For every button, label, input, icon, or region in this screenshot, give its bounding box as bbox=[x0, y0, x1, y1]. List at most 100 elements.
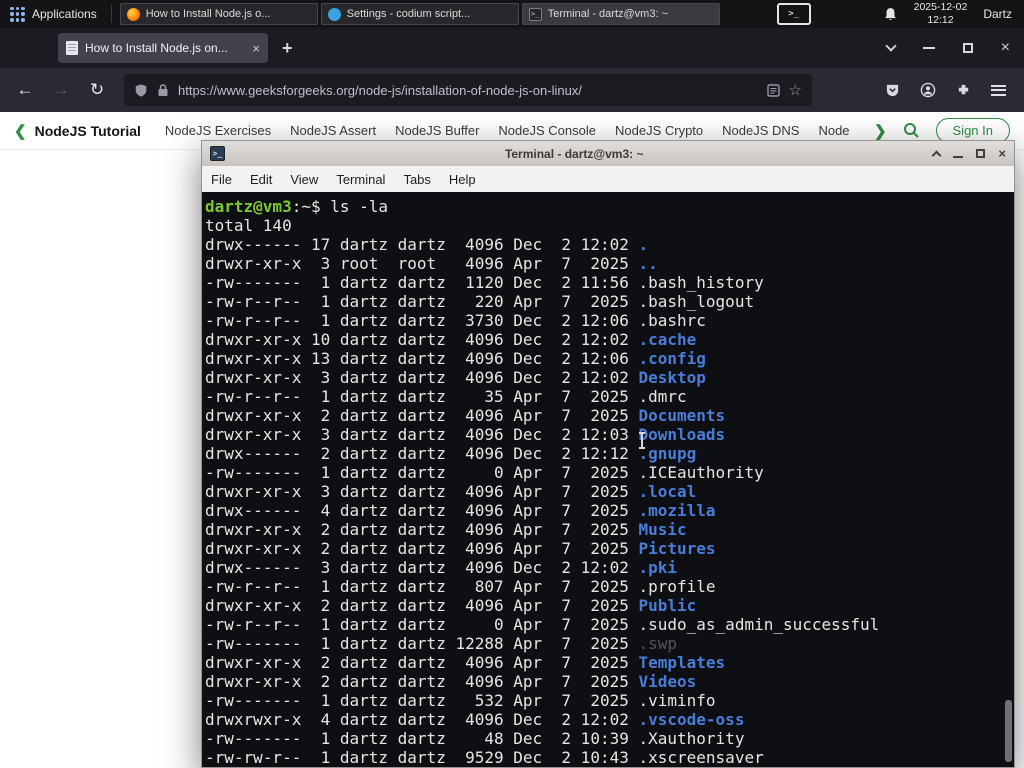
nodejs-tutorial-title[interactable]: NodeJS Tutorial bbox=[35, 123, 141, 139]
tabbar-right-controls: × bbox=[884, 40, 1024, 56]
panel-separator bbox=[110, 5, 112, 23]
file-name: Pictures bbox=[638, 539, 716, 558]
file-name: .profile bbox=[638, 577, 716, 596]
file-name: . bbox=[638, 235, 649, 254]
terminal-line: -rw------- 1 dartz dartz 48 Dec 2 10:39 … bbox=[205, 729, 745, 748]
terminal-line: -rw-r--r-- 1 dartz dartz 807 Apr 7 2025 … bbox=[205, 577, 716, 596]
nav-link-buffer[interactable]: NodeJS Buffer bbox=[395, 123, 479, 138]
terminal-line: drwxrwxr-x 4 dartz dartz 4096 Dec 2 12:0… bbox=[205, 710, 745, 729]
menu-terminal[interactable]: Terminal bbox=[327, 172, 394, 187]
bookmark-star-icon[interactable]: ☆ bbox=[789, 81, 802, 99]
taskbar-button-terminal[interactable]: >_ Terminal - dartz@vm3: ~ bbox=[521, 3, 720, 25]
search-icon[interactable] bbox=[903, 122, 920, 139]
terminal-minimize-button[interactable] bbox=[953, 155, 964, 158]
terminal-line: drwxr-xr-x 2 dartz dartz 4096 Apr 7 2025… bbox=[205, 653, 726, 672]
lock-icon[interactable] bbox=[157, 83, 169, 97]
terminal-line: -rw------- 1 dartz dartz 12288 Apr 7 202… bbox=[205, 634, 678, 653]
terminal-line: drwxr-xr-x 2 dartz dartz 4096 Apr 7 2025… bbox=[205, 406, 726, 425]
notification-bell-icon[interactable] bbox=[883, 7, 898, 22]
top-panel: Applications How to Install Node.js o...… bbox=[0, 0, 1024, 28]
user-menu[interactable]: Dartz bbox=[983, 7, 1016, 21]
menu-file[interactable]: File bbox=[202, 172, 241, 187]
terminal-line: drwxr-xr-x 3 root root 4096 Apr 7 2025 .… bbox=[205, 254, 658, 273]
file-name: .sudo_as_admin_successful bbox=[638, 615, 880, 634]
taskbar-button-label: Settings - codium script... bbox=[346, 8, 471, 20]
browser-tab-bar: How to Install Node.js on... × + × bbox=[0, 28, 1024, 68]
applications-menu-button[interactable]: Applications bbox=[0, 0, 107, 28]
reader-mode-icon[interactable] bbox=[766, 83, 780, 97]
terminal-line: drwxr-xr-x 3 dartz dartz 4096 Dec 2 12:0… bbox=[205, 425, 726, 444]
terminal-line: drwxr-xr-x 3 dartz dartz 4096 Dec 2 12:0… bbox=[205, 368, 706, 387]
tracking-protection-shield-icon[interactable] bbox=[134, 83, 148, 98]
file-name: .swp bbox=[638, 634, 678, 653]
command-text: ls -la bbox=[320, 197, 389, 216]
shade-button[interactable] bbox=[931, 150, 942, 160]
terminal-line: -rw------- 1 dartz dartz 532 Apr 7 2025 … bbox=[205, 691, 716, 710]
terminal-close-button[interactable]: × bbox=[998, 147, 1006, 160]
extensions-icon[interactable] bbox=[956, 83, 971, 98]
terminal-line: -rw-r--r-- 1 dartz dartz 220 Apr 7 2025 … bbox=[205, 292, 755, 311]
file-name: .pki bbox=[638, 558, 678, 577]
terminal-line: drwx------ 2 dartz dartz 4096 Dec 2 12:1… bbox=[205, 444, 697, 463]
terminal-content[interactable]: dartz@vm3:~$ ls -la total 140 drwx------… bbox=[201, 192, 1015, 768]
tray-terminal-icon[interactable]: >_ bbox=[776, 3, 811, 25]
pocket-icon[interactable] bbox=[885, 83, 900, 98]
back-button[interactable]: ← bbox=[10, 75, 40, 105]
clock-time: 12:12 bbox=[927, 14, 954, 26]
url-text: https://www.geeksforgeeks.org/node-js/in… bbox=[178, 82, 582, 98]
nav-link-assert[interactable]: NodeJS Assert bbox=[290, 123, 376, 138]
nav-scroll-right-icon[interactable]: ❯ bbox=[874, 122, 887, 140]
tab-favicon bbox=[66, 41, 78, 55]
menu-view[interactable]: View bbox=[281, 172, 327, 187]
nav-link-truncated[interactable]: Node bbox=[818, 123, 849, 138]
toolbar-icons bbox=[877, 82, 1014, 98]
url-bar[interactable]: https://www.geeksforgeeks.org/node-js/in… bbox=[124, 74, 812, 106]
menu-edit[interactable]: Edit bbox=[241, 172, 281, 187]
nav-link-dns[interactable]: NodeJS DNS bbox=[722, 123, 799, 138]
window-close-button[interactable]: × bbox=[1001, 40, 1010, 56]
prompt-suffix: :~$ bbox=[291, 197, 321, 216]
browser-navigation-bar: ← → ↻ https://www.geeksforgeeks.org/node… bbox=[0, 68, 1024, 112]
file-name: .local bbox=[638, 482, 697, 501]
window-minimize-button[interactable] bbox=[922, 47, 935, 49]
applications-label: Applications bbox=[32, 7, 97, 21]
terminal-listing: drwx------ 17 dartz dartz 4096 Dec 2 12:… bbox=[205, 235, 1012, 767]
file-name: .ICEauthority bbox=[638, 463, 764, 482]
file-name: .dmrc bbox=[638, 387, 687, 406]
tab-title: How to Install Node.js on... bbox=[85, 41, 228, 55]
terminal-line: drwxr-xr-x 13 dartz dartz 4096 Dec 2 12:… bbox=[205, 349, 706, 368]
browser-tab-active[interactable]: How to Install Node.js on... × bbox=[58, 33, 268, 63]
terminal-line: drwxr-xr-x 2 dartz dartz 4096 Apr 7 2025… bbox=[205, 596, 697, 615]
terminal-menubar: File Edit View Terminal Tabs Help bbox=[201, 166, 1015, 192]
app-menu-icon[interactable] bbox=[991, 84, 1006, 96]
reload-button[interactable]: ↻ bbox=[82, 75, 112, 105]
terminal-line: drwx------ 3 dartz dartz 4096 Dec 2 12:0… bbox=[205, 558, 678, 577]
nav-link-exercises[interactable]: NodeJS Exercises bbox=[165, 123, 271, 138]
menu-tabs[interactable]: Tabs bbox=[394, 172, 439, 187]
terminal-titlebar-buttons: × bbox=[923, 147, 1006, 160]
terminal-line: -rw-r--r-- 1 dartz dartz 0 Apr 7 2025 .s… bbox=[205, 615, 880, 634]
account-icon[interactable] bbox=[920, 82, 936, 98]
terminal-line: drwx------ 4 dartz dartz 4096 Apr 7 2025… bbox=[205, 501, 716, 520]
window-maximize-button[interactable] bbox=[962, 43, 973, 53]
list-all-tabs-icon[interactable] bbox=[884, 40, 897, 52]
taskbar-button-codium-settings[interactable]: Settings - codium script... bbox=[320, 3, 519, 25]
terminal-total-line: total 140 bbox=[205, 216, 292, 235]
terminal-scrollbar-thumb[interactable] bbox=[1005, 700, 1012, 762]
nav-scroll-left-icon[interactable]: ❮ bbox=[14, 122, 27, 140]
tab-close-icon[interactable]: × bbox=[252, 42, 260, 55]
menu-help[interactable]: Help bbox=[440, 172, 485, 187]
terminal-line: drwxr-xr-x 3 dartz dartz 4096 Apr 7 2025… bbox=[205, 482, 697, 501]
terminal-maximize-button[interactable] bbox=[976, 149, 986, 158]
new-tab-button[interactable]: + bbox=[282, 38, 293, 59]
nav-link-crypto[interactable]: NodeJS Crypto bbox=[615, 123, 703, 138]
nav-link-console[interactable]: NodeJS Console bbox=[498, 123, 596, 138]
terminal-titlebar[interactable]: >_ Terminal - dartz@vm3: ~ × bbox=[201, 140, 1015, 166]
panel-clock[interactable]: 2025-12-02 12:12 bbox=[914, 1, 968, 27]
terminal-line: drwx------ 17 dartz dartz 4096 Dec 2 12:… bbox=[205, 235, 649, 254]
taskbar-button-firefox-nodejs[interactable]: How to Install Node.js o... bbox=[119, 3, 318, 25]
mouse-text-cursor bbox=[638, 432, 646, 449]
file-name: .viminfo bbox=[638, 691, 716, 710]
forward-button[interactable]: → bbox=[46, 75, 76, 105]
terminal-line: -rw------- 1 dartz dartz 1120 Dec 2 11:5… bbox=[205, 273, 764, 292]
